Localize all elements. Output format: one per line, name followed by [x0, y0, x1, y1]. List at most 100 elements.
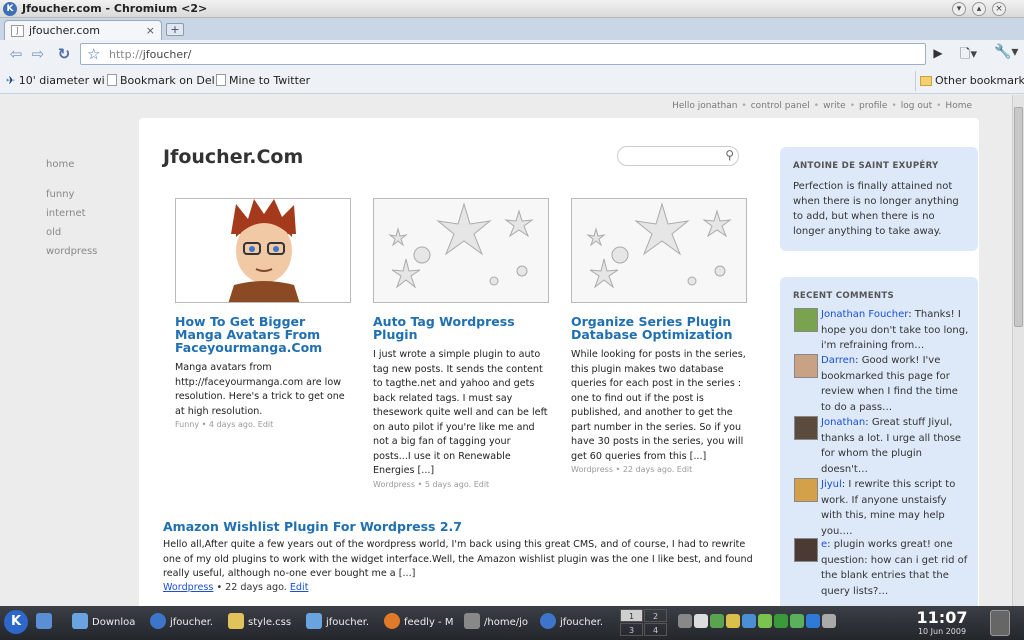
window-titlebar: K Jfoucher.com - Chromium <2> ▾ ▴ × — [0, 0, 1024, 18]
comment-author[interactable]: Jiyul — [821, 479, 842, 490]
tray-app-icon[interactable] — [774, 614, 788, 628]
post-meta: Wordpress • 22 days ago. Edit — [571, 465, 693, 474]
nav-funny[interactable]: funny — [46, 185, 136, 204]
tray-app-icon[interactable] — [742, 614, 756, 628]
task-chromium-3[interactable]: jfoucher. — [540, 610, 616, 636]
address-url[interactable]: http://jfoucher/ — [109, 48, 191, 61]
tab-jfoucher[interactable]: J jfoucher.com × — [4, 20, 162, 40]
bookmark-star-icon[interactable]: ☆ — [87, 45, 100, 63]
post-title[interactable]: Auto Tag Wordpress Plugin — [373, 315, 549, 341]
logout-link[interactable]: log out — [901, 101, 932, 111]
close-window-icon[interactable]: × — [992, 2, 1006, 16]
article-edit-link[interactable]: Edit — [290, 582, 309, 593]
clock[interactable]: 11:07 10 Jun 2009 — [912, 608, 972, 636]
bookmark-item[interactable]: Bookmark on Del — [107, 74, 215, 87]
kde-window-icon[interactable]: K — [3, 2, 17, 16]
browser-toolbar: ⇦ ⇨ ↻ ☆ http://jfoucher/ ▶ 🗋▾ 🔧▾ — [0, 40, 1024, 68]
window-title: Jfoucher.com - Chromium <2> — [22, 2, 208, 15]
url-host: jfoucher/ — [142, 48, 192, 61]
kde-menu-icon[interactable]: K — [4, 610, 28, 634]
desktop-pager[interactable]: 1 2 3 4 — [620, 609, 668, 637]
task-downloads[interactable]: Downloa — [72, 610, 144, 636]
category-nav: home funny internet old wordpress — [46, 155, 136, 261]
bookmark-item[interactable]: Mine to Twitter — [216, 74, 310, 87]
desktop-2[interactable]: 2 — [644, 609, 667, 622]
wrench-menu-icon[interactable]: 🔧▾ — [994, 44, 1018, 60]
tray-app-icon[interactable] — [678, 614, 692, 628]
desktop-3[interactable]: 3 — [620, 623, 643, 636]
post-excerpt: Manga avatars from http://faceyourmanga.… — [175, 362, 345, 417]
starfish-thumbnail-image[interactable] — [373, 198, 549, 303]
nav-wordpress[interactable]: wordpress — [46, 242, 136, 261]
volume-icon[interactable] — [694, 614, 708, 628]
new-tab-button[interactable]: + — [166, 23, 184, 36]
nav-internet[interactable]: internet — [46, 204, 136, 223]
task-style-css[interactable]: style.css — [228, 610, 300, 636]
article-date: • 22 days ago. — [213, 581, 290, 593]
tray-app-icon[interactable] — [710, 614, 724, 628]
task-jfoucher-2[interactable]: jfoucher. — [306, 610, 378, 636]
post-title[interactable]: How To Get Bigger Manga Avatars From Fac… — [175, 315, 351, 354]
other-bookmarks[interactable]: Other bookmarks — [920, 74, 1024, 87]
show-desktop-icon[interactable] — [36, 610, 64, 636]
post-card: Organize Series Plugin Database Optimiza… — [571, 198, 747, 474]
tray-app-icon[interactable] — [726, 614, 740, 628]
site-title[interactable]: Jfoucher.Com — [163, 146, 303, 168]
comment-author[interactable]: Jonathan — [821, 417, 865, 428]
post-title[interactable]: Organize Series Plugin Database Optimiza… — [571, 315, 747, 341]
manga-avatar-image[interactable] — [175, 198, 351, 303]
comment-text[interactable]: : plugin works great! one question: how … — [821, 539, 967, 597]
task-chromium-1[interactable]: jfoucher. — [150, 610, 222, 636]
write-link[interactable]: write — [823, 101, 846, 111]
comment-item: Jonathan Foucher: Thanks! I hope you don… — [794, 307, 970, 354]
tray-app-icon[interactable] — [758, 614, 772, 628]
reload-icon[interactable]: ↻ — [54, 44, 74, 64]
system-tray — [678, 614, 898, 632]
post-excerpt: I just wrote a simple plugin to auto tag… — [373, 349, 548, 476]
avatar — [794, 308, 818, 332]
page-icon — [216, 74, 226, 86]
go-icon[interactable]: ▶ — [930, 46, 946, 62]
post-meta: Wordpress • 5 days ago. Edit — [373, 479, 490, 489]
page-menu-icon[interactable]: 🗋▾ — [960, 45, 977, 67]
recent-comments-heading: RECENT COMMENTS — [793, 291, 895, 301]
maximize-icon[interactable]: ▴ — [972, 2, 986, 16]
comment-text[interactable]: : I rewrite this script to work. If anyo… — [821, 479, 955, 537]
desktop-1[interactable]: 1 — [620, 609, 643, 622]
home-link[interactable]: Home — [945, 101, 972, 111]
bookmark-label: Mine to Twitter — [229, 74, 311, 87]
page-scrollbar[interactable] — [1012, 95, 1024, 606]
featured-article: Amazon Wishlist Plugin For Wordpress 2.7… — [163, 519, 763, 593]
taskbar: K Downloa jfoucher. style.css jfoucher. … — [0, 606, 1024, 640]
profile-link[interactable]: profile — [859, 101, 887, 111]
article-category-link[interactable]: Wordpress — [163, 582, 213, 593]
tray-app-icon[interactable] — [806, 614, 820, 628]
bookmarks-separator — [915, 71, 916, 91]
address-bar[interactable]: ☆ http://jfoucher/ — [80, 43, 926, 65]
network-icon[interactable] — [822, 614, 836, 628]
desktop-4[interactable]: 4 — [644, 623, 667, 636]
search-input[interactable]: ⚲ — [617, 146, 739, 166]
search-icon[interactable]: ⚲ — [725, 148, 734, 162]
scrollbar-thumb[interactable] — [1014, 107, 1023, 327]
control-panel-link[interactable]: control panel — [751, 101, 810, 111]
trash-icon[interactable] — [990, 610, 1010, 636]
forward-icon[interactable]: ⇨ — [28, 44, 48, 64]
nav-old[interactable]: old — [46, 223, 136, 242]
task-home-folder[interactable]: /home/jo — [464, 610, 536, 636]
post-card: How To Get Bigger Manga Avatars From Fac… — [175, 198, 351, 429]
back-icon[interactable]: ⇦ — [6, 44, 26, 64]
task-firefox-feedly[interactable]: feedly - M — [384, 610, 460, 636]
starfish-thumbnail-image[interactable] — [571, 198, 747, 303]
tray-app-icon[interactable] — [790, 614, 804, 628]
clock-date: 10 Jun 2009 — [917, 627, 967, 636]
favicon-icon: J — [11, 25, 24, 37]
bookmark-item[interactable]: ✈ 10' diameter wi — [6, 74, 105, 87]
article-title[interactable]: Amazon Wishlist Plugin For Wordpress 2.7 — [163, 519, 763, 534]
tab-label: jfoucher.com — [29, 24, 100, 37]
comment-author[interactable]: Darren — [821, 355, 855, 366]
nav-home[interactable]: home — [46, 155, 136, 174]
tab-close-icon[interactable]: × — [146, 24, 155, 37]
comment-author[interactable]: Jonathan Foucher — [821, 309, 908, 320]
minimize-icon[interactable]: ▾ — [952, 2, 966, 16]
